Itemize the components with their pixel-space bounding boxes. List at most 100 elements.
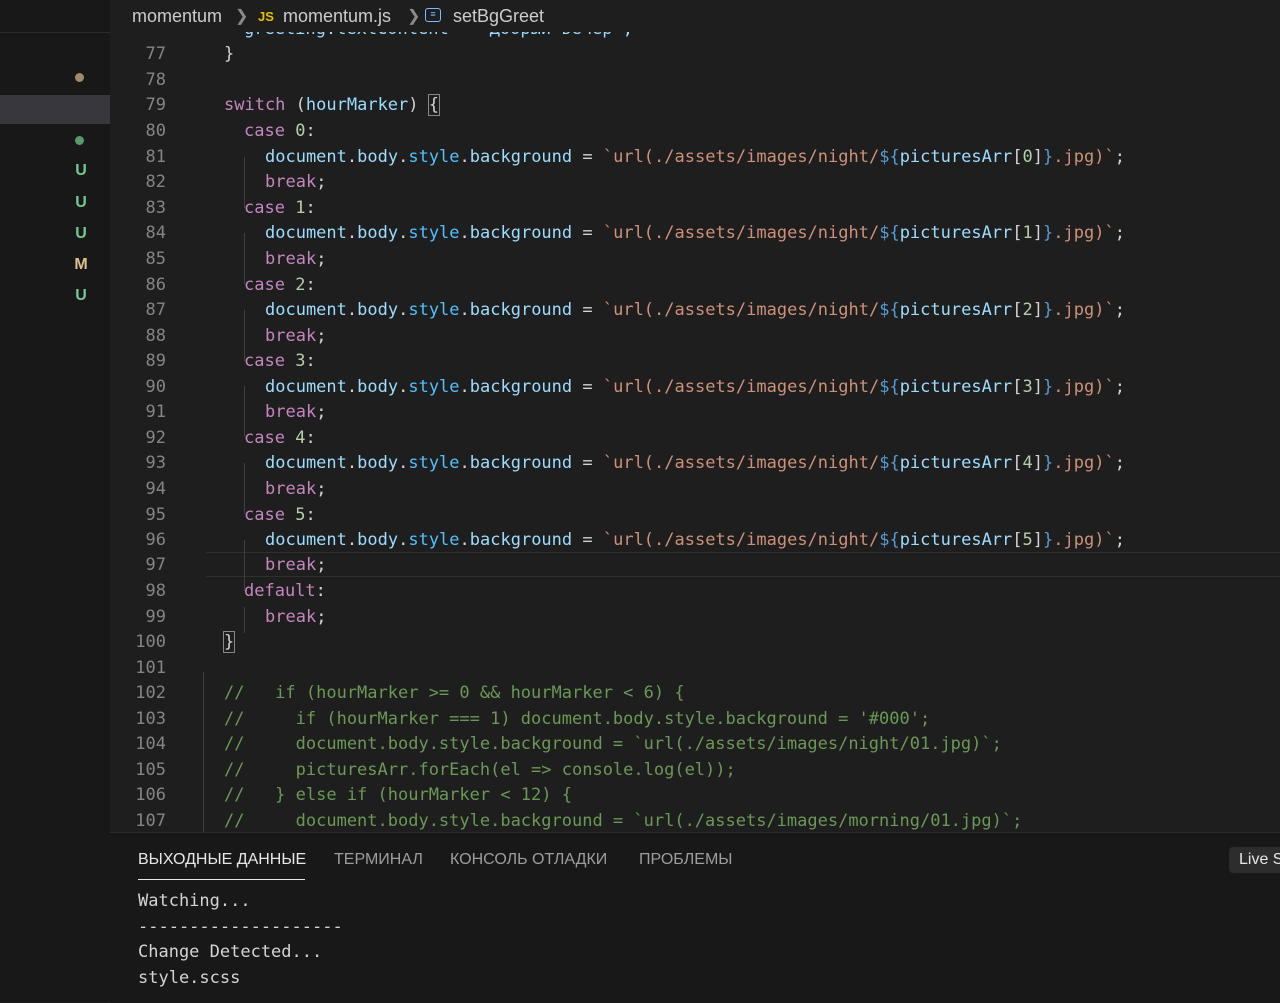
git-status-modified: M bbox=[74, 256, 88, 273]
code-line: 79 switch (hourMarker) { bbox=[110, 92, 1280, 118]
line-number: 91 bbox=[145, 402, 166, 422]
git-status-untracked: U bbox=[75, 162, 87, 179]
code-line: 94 break; bbox=[110, 476, 1280, 502]
code-comment: // picturesArr.forEach(el => console.log… bbox=[224, 760, 736, 780]
breadcrumb-file[interactable]: momentum.js bbox=[283, 6, 391, 27]
line-number: 83 bbox=[145, 198, 166, 218]
code-line: 97 break; bbox=[110, 552, 1280, 578]
code-comment: // document.body.style.background = `url… bbox=[224, 734, 1002, 754]
code-text: case 2: bbox=[244, 275, 316, 295]
code-line: 82 break; bbox=[110, 169, 1280, 195]
code-text: } bbox=[222, 631, 236, 653]
line-number: 100 bbox=[135, 632, 166, 652]
tab-terminal[interactable]: ТЕРМИНАЛ bbox=[334, 851, 423, 869]
code-comment: // } else if (hourMarker < 12) { bbox=[224, 785, 572, 805]
breadcrumb-folder[interactable]: momentum bbox=[132, 6, 222, 27]
code-line: 93 document.body.style.background = `url… bbox=[110, 450, 1280, 476]
code-line: 106 // } else if (hourMarker < 12) { bbox=[110, 782, 1280, 808]
tab-debug-console[interactable]: КОНСОЛЬ ОТЛАДКИ bbox=[450, 851, 607, 869]
modified-dot-icon bbox=[75, 73, 84, 82]
breadcrumb-symbol[interactable]: setBgGreet bbox=[453, 6, 544, 27]
line-number: 90 bbox=[145, 377, 166, 397]
untracked-dot-icon bbox=[75, 136, 84, 145]
line-number: 92 bbox=[145, 428, 166, 448]
output-line: style.scss bbox=[138, 968, 241, 988]
line-number: 88 bbox=[145, 326, 166, 346]
code-line: 102 // if (hourMarker >= 0 && hourMarker… bbox=[110, 680, 1280, 706]
selected-file-row[interactable] bbox=[0, 95, 110, 124]
git-status-untracked: U bbox=[75, 287, 87, 304]
code-text: break; bbox=[265, 402, 327, 422]
code-text: document.body.style.background = `url(./… bbox=[265, 377, 1125, 397]
code-editor[interactable]: greeting.textContent = 'Добрый вечер'; 7… bbox=[110, 32, 1280, 832]
sidebar-divider bbox=[0, 32, 110, 33]
code-line: 88 break; bbox=[110, 323, 1280, 349]
code-text: case 5: bbox=[244, 505, 316, 525]
code-text: case 4: bbox=[244, 428, 316, 448]
line-number: 79 bbox=[145, 95, 166, 115]
git-status-untracked: U bbox=[75, 194, 87, 211]
code-text: break; bbox=[265, 479, 327, 499]
code-text: switch (hourMarker) { bbox=[224, 94, 441, 116]
line-number: 101 bbox=[135, 658, 166, 678]
code-line: 80 case 0: bbox=[110, 118, 1280, 144]
code-text: document.body.style.background = `url(./… bbox=[265, 453, 1125, 473]
explorer-sidebar: U U U M U bbox=[0, 0, 110, 1002]
code-line: 103 // if (hourMarker === 1) document.bo… bbox=[110, 706, 1280, 732]
code-line: 86 case 2: bbox=[110, 272, 1280, 298]
line-number: 95 bbox=[145, 505, 166, 525]
code-text: break; bbox=[265, 607, 327, 627]
line-number: 77 bbox=[145, 44, 166, 64]
output-line: Change Detected... bbox=[138, 942, 323, 962]
chevron-right-icon: ❯ bbox=[407, 8, 421, 25]
code-line: 87 document.body.style.background = `url… bbox=[110, 297, 1280, 323]
code-comment: // document.body.style.background = `url… bbox=[224, 811, 1023, 831]
line-number: 103 bbox=[135, 709, 166, 729]
code-line: 95 case 5: bbox=[110, 502, 1280, 528]
code-line: 100 } bbox=[110, 629, 1280, 655]
line-number: 102 bbox=[135, 683, 166, 703]
code-text: break; bbox=[265, 555, 327, 575]
code-text: default: bbox=[244, 581, 326, 601]
code-text: case 3: bbox=[244, 351, 316, 371]
code-line: 105 // picturesArr.forEach(el => console… bbox=[110, 757, 1280, 783]
code-line: 92 case 4: bbox=[110, 425, 1280, 451]
live-server-button[interactable]: Live S bbox=[1229, 847, 1280, 873]
code-text: case 0: bbox=[244, 121, 316, 141]
line-number: 81 bbox=[145, 147, 166, 167]
code-text: break; bbox=[265, 249, 327, 269]
line-number: 78 bbox=[145, 70, 166, 90]
line-number: 84 bbox=[145, 223, 166, 243]
code-line: 78 bbox=[110, 67, 1280, 93]
variable-symbol-icon: ≡ bbox=[425, 8, 441, 22]
line-number: 96 bbox=[145, 530, 166, 550]
code-line: 107 // document.body.style.background = … bbox=[110, 808, 1280, 832]
code-line: 101 bbox=[110, 655, 1280, 681]
line-number: 86 bbox=[145, 275, 166, 295]
code-text: document.body.style.background = `url(./… bbox=[265, 300, 1125, 320]
git-status-untracked: U bbox=[75, 225, 87, 242]
code-text: document.body.style.background = `url(./… bbox=[265, 147, 1125, 167]
line-number: 85 bbox=[145, 249, 166, 269]
breadcrumb: momentum ❯ JS momentum.js ❯ ≡ setBgGreet bbox=[110, 0, 1280, 32]
code-line: 83 case 1: bbox=[110, 195, 1280, 221]
code-line: 84 document.body.style.background = `url… bbox=[110, 220, 1280, 246]
tab-problems[interactable]: ПРОБЛЕМЫ bbox=[639, 851, 732, 869]
code-comment: // if (hourMarker >= 0 && hourMarker < 6… bbox=[224, 683, 685, 703]
active-tab-indicator bbox=[138, 879, 305, 880]
line-number: 89 bbox=[145, 351, 166, 371]
code-comment: // if (hourMarker === 1) document.body.s… bbox=[224, 709, 931, 729]
line-number: 107 bbox=[135, 811, 166, 831]
code-line: 81 document.body.style.background = `url… bbox=[110, 144, 1280, 170]
code-line: 98 default: bbox=[110, 578, 1280, 604]
code-line: 89 case 3: bbox=[110, 348, 1280, 374]
code-line: 104 // document.body.style.background = … bbox=[110, 731, 1280, 757]
code-line: 90 document.body.style.background = `url… bbox=[110, 374, 1280, 400]
code-text: break; bbox=[265, 172, 327, 192]
line-number: 105 bbox=[135, 760, 166, 780]
tab-output[interactable]: ВЫХОДНЫЕ ДАННЫЕ bbox=[138, 851, 306, 869]
code-text: } bbox=[224, 44, 235, 64]
code-line: 91 break; bbox=[110, 399, 1280, 425]
code-text: document.body.style.background = `url(./… bbox=[265, 223, 1125, 243]
line-number: 94 bbox=[145, 479, 166, 499]
